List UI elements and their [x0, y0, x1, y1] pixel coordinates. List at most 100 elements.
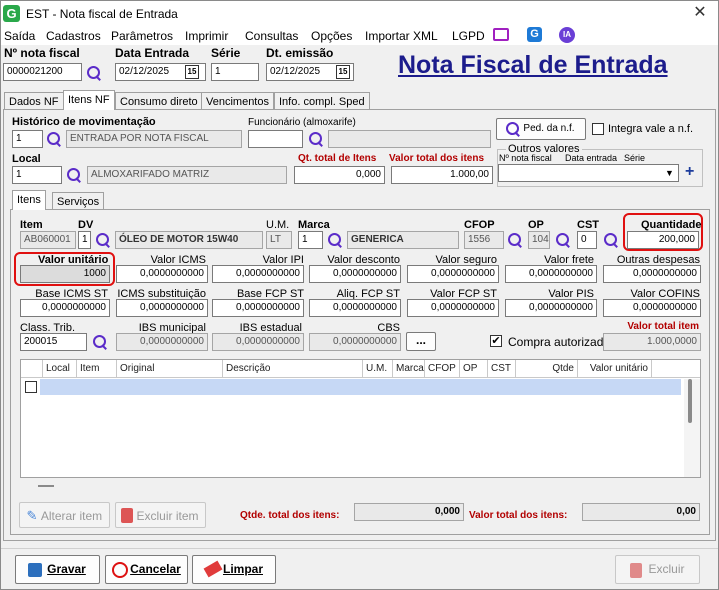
- alterar-item-button[interactable]: ✎ Alterar item: [19, 502, 110, 528]
- valor-cofins-input[interactable]: 0,0000000000: [603, 299, 701, 317]
- limpar-button[interactable]: Limpar: [192, 555, 276, 584]
- valor-seguro-input[interactable]: 0,0000000000: [407, 265, 499, 283]
- menu-cadastros[interactable]: Cadastros: [46, 29, 101, 43]
- search-cst-icon[interactable]: [603, 232, 619, 248]
- app-logo-icon: G: [3, 5, 20, 22]
- cst-label: CST: [577, 219, 599, 231]
- compra-autorizada-checkbox[interactable]: ✔: [490, 335, 502, 347]
- nota-fiscal-input[interactable]: 0000021200: [3, 63, 82, 81]
- calendar-emissao-icon[interactable]: 15: [336, 65, 350, 79]
- tab-info-compl-sped[interactable]: Info. compl. Sped: [274, 92, 370, 110]
- grid-col-local[interactable]: Local: [43, 360, 77, 378]
- search-class-trib-icon[interactable]: [92, 334, 108, 350]
- ped-nf-button[interactable]: Ped. da n.f.: [496, 118, 586, 140]
- menu-importar-xml[interactable]: Importar XML: [365, 29, 438, 43]
- search-op-icon[interactable]: [555, 232, 571, 248]
- valor-pis-input[interactable]: 0,0000000000: [505, 299, 597, 317]
- search-funcionario-icon[interactable]: [308, 131, 324, 147]
- grid-selected-row[interactable]: [40, 379, 681, 395]
- grid-col-cst[interactable]: CST: [488, 360, 516, 378]
- historico-label: Histórico de movimentação: [12, 116, 156, 128]
- tab-servicos[interactable]: Serviços: [52, 192, 105, 210]
- outros-valores-select[interactable]: ▼: [498, 164, 679, 182]
- um-label: U.M.: [266, 219, 290, 231]
- marca-desc-field: GENERICA: [347, 231, 459, 249]
- grid-horizontal-scrollbar[interactable]: [38, 485, 54, 487]
- ia-assistant-icon[interactable]: IA: [559, 27, 575, 43]
- grid-row-checkbox[interactable]: [25, 381, 37, 393]
- historico-code-input[interactable]: 1: [12, 130, 43, 148]
- menu-parametros[interactable]: Parâmetros: [111, 29, 173, 43]
- search-historico-icon[interactable]: [46, 131, 62, 147]
- valor-ipi-input[interactable]: 0,0000000000: [212, 265, 304, 283]
- grid-col-valor-unitario[interactable]: Valor unitário: [578, 360, 652, 378]
- valor-fcp-st-input[interactable]: 0,0000000000: [407, 299, 499, 317]
- grid-col-descricao[interactable]: Descrição: [223, 360, 363, 378]
- aliq-fcp-st-input[interactable]: 0,0000000000: [309, 299, 401, 317]
- outras-despesas-input[interactable]: 0,0000000000: [603, 265, 701, 283]
- tab-itens-nf[interactable]: Itens NF: [63, 90, 115, 110]
- qtde-total-itens-field: 0,000: [354, 503, 464, 521]
- add-icon[interactable]: +: [685, 163, 694, 181]
- excluir-button[interactable]: Excluir: [615, 555, 700, 584]
- local-desc-field: ALMOXARIFADO MATRIZ: [87, 166, 287, 184]
- valor-unitario-input[interactable]: 1000: [20, 265, 110, 283]
- integra-vale-checkbox[interactable]: [592, 123, 604, 135]
- ped-nf-label: Ped. da n.f.: [523, 123, 575, 134]
- g-app-icon[interactable]: G: [527, 27, 542, 42]
- class-trib-input[interactable]: 200015: [20, 333, 87, 351]
- search-nota-icon[interactable]: [86, 65, 102, 81]
- dv-input[interactable]: 1: [78, 231, 91, 249]
- menu-imprimir[interactable]: Imprimir: [185, 29, 228, 43]
- quantidade-input[interactable]: 200,000: [627, 231, 699, 249]
- compra-autorizada-label: Compra autorizada: [508, 335, 611, 349]
- tab-vencimentos[interactable]: Vencimentos: [201, 92, 274, 110]
- search-cfop-icon[interactable]: [507, 232, 523, 248]
- base-icms-st-input[interactable]: 0,0000000000: [20, 299, 110, 317]
- um-field: LT: [266, 231, 292, 249]
- cancelar-button[interactable]: Cancelar: [105, 555, 188, 584]
- grid-vertical-scrollbar[interactable]: [684, 379, 700, 477]
- menu-consultas[interactable]: Consultas: [245, 29, 298, 43]
- historico-desc-field: ENTRADA POR NOTA FISCAL: [66, 130, 242, 148]
- marca-label: Marca: [298, 219, 330, 231]
- eraser-icon: [203, 560, 223, 578]
- cbs-details-button[interactable]: ...: [406, 332, 436, 351]
- serie-input[interactable]: 1: [211, 63, 259, 81]
- grid-col-marca[interactable]: Marca: [393, 360, 425, 378]
- grid-col-op[interactable]: OP: [460, 360, 488, 378]
- base-fcp-st-input[interactable]: 0,0000000000: [212, 299, 304, 317]
- menu-lgpd[interactable]: LGPD: [452, 29, 485, 43]
- tab-itens[interactable]: Itens: [12, 190, 46, 210]
- valor-icms-input[interactable]: 0,0000000000: [116, 265, 208, 283]
- cst-input[interactable]: 0: [577, 231, 597, 249]
- grid-col-original[interactable]: Original: [117, 360, 223, 378]
- local-code-input[interactable]: 1: [12, 166, 62, 184]
- valor-frete-input[interactable]: 0,0000000000: [505, 265, 597, 283]
- integra-vale-label: Integra vale a n.f.: [608, 123, 693, 135]
- close-window-button[interactable]: ✕: [690, 3, 710, 23]
- search-local-icon[interactable]: [66, 167, 82, 183]
- search-marca-icon[interactable]: [327, 232, 343, 248]
- menu-saida[interactable]: Saída: [4, 29, 35, 43]
- search-item-icon[interactable]: [95, 232, 111, 248]
- outros-col-nota: Nº nota fiscal: [499, 153, 552, 163]
- calendar-icon[interactable]: 15: [185, 65, 199, 79]
- monitor-icon[interactable]: [493, 28, 509, 41]
- grid-col-um[interactable]: U.M.: [363, 360, 393, 378]
- gravar-button[interactable]: Gravar: [15, 555, 100, 584]
- scrollbar-thumb[interactable]: [688, 379, 692, 423]
- dv-label: DV: [78, 219, 94, 231]
- menu-opcoes[interactable]: Opções: [311, 29, 352, 43]
- grid-col-item[interactable]: Item: [77, 360, 117, 378]
- marca-code-input[interactable]: 1: [298, 231, 323, 249]
- funcionario-code-input[interactable]: [248, 130, 303, 148]
- valor-desconto-input[interactable]: 0,0000000000: [309, 265, 401, 283]
- tab-consumo-direto[interactable]: Consumo direto: [115, 92, 203, 110]
- tab-dados-nf[interactable]: Dados NF: [4, 92, 64, 110]
- excluir-item-button[interactable]: Excluir item: [115, 502, 206, 528]
- grid-col-qtde[interactable]: Qtde: [516, 360, 578, 378]
- grid-col-cfop[interactable]: CFOP: [425, 360, 460, 378]
- icms-substituicao-input[interactable]: 0,0000000000: [116, 299, 208, 317]
- op-field: 104: [528, 231, 550, 249]
